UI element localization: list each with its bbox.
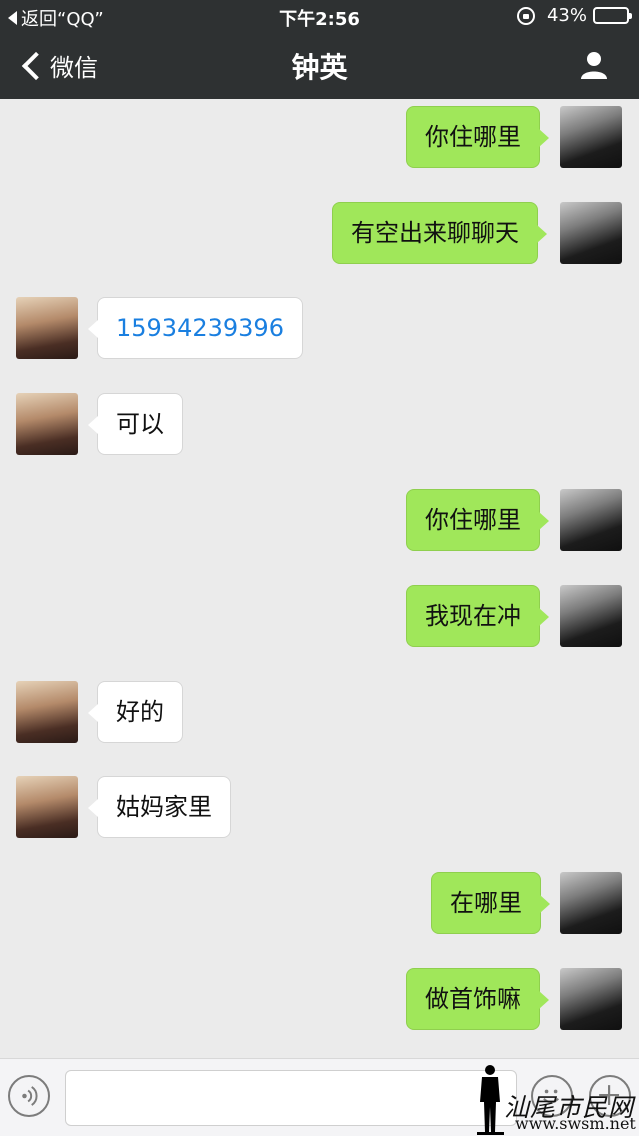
status-bar: 返回“QQ” 下午2:56 43% xyxy=(0,0,639,32)
avatar-contact[interactable] xyxy=(16,776,78,838)
status-right: 43% xyxy=(516,5,632,26)
avatar-contact[interactable] xyxy=(16,393,78,455)
avatar-contact[interactable] xyxy=(16,297,78,359)
message-bubble-sent[interactable]: 在哪里 xyxy=(431,872,550,934)
back-label: 微信 xyxy=(50,54,98,82)
rotation-lock-icon xyxy=(516,6,535,25)
message-bubble-received[interactable]: 好的 xyxy=(88,681,183,743)
message-bubble-sent[interactable]: 做首饰嘛 xyxy=(406,968,549,1030)
avatar-me[interactable] xyxy=(560,106,622,168)
avatar-me[interactable] xyxy=(560,202,622,264)
avatar-me[interactable] xyxy=(560,872,622,934)
avatar-me[interactable] xyxy=(560,585,622,647)
avatar-contact[interactable] xyxy=(16,681,78,743)
watermark-url: www.swsm.net xyxy=(515,1114,636,1133)
person-icon[interactable] xyxy=(579,50,609,80)
avatar-me[interactable] xyxy=(560,489,622,551)
message-bubble-sent[interactable]: 你住哪里 xyxy=(406,489,549,551)
battery-icon xyxy=(593,7,632,24)
avatar-me[interactable] xyxy=(560,968,622,1030)
phone-link-bubble[interactable]: 15934239396 xyxy=(88,297,303,359)
chevron-left-icon xyxy=(21,51,51,80)
back-button[interactable]: 微信 xyxy=(20,48,98,83)
message-bubble-sent[interactable]: 我现在冲 xyxy=(406,585,549,647)
top-bar: 返回“QQ” 下午2:56 43% 微信 钟英 xyxy=(0,0,639,99)
battery-percent: 43% xyxy=(546,5,587,26)
message-bubble-received[interactable]: 可以 xyxy=(88,393,183,455)
message-bubble-received[interactable]: 姑妈家里 xyxy=(88,776,231,838)
message-bubble-sent[interactable]: 你住哪里 xyxy=(406,106,549,168)
nav-bar: 微信 钟英 xyxy=(0,32,639,99)
voice-icon[interactable] xyxy=(8,1075,50,1117)
message-bubble-sent[interactable]: 有空出来聊聊天 xyxy=(332,202,547,264)
message-input[interactable] xyxy=(65,1070,517,1126)
